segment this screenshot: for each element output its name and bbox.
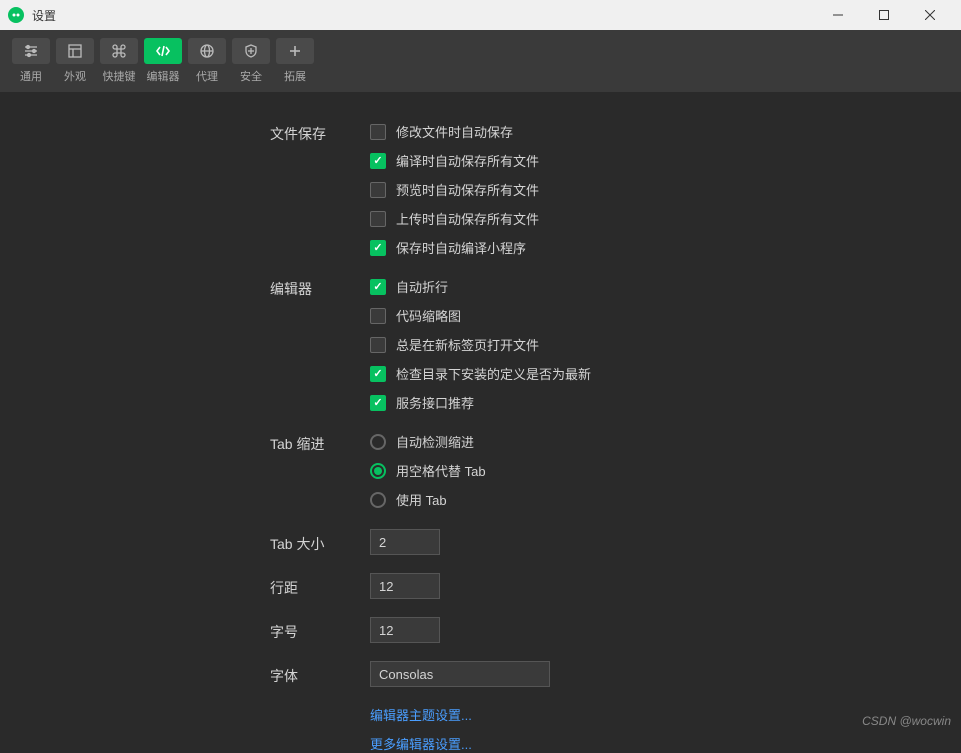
plus-icon	[276, 38, 314, 64]
tab-label: 通用	[20, 68, 42, 84]
checkbox-minimap[interactable]: 代码缩略图	[370, 306, 961, 325]
close-button[interactable]	[907, 0, 953, 30]
section-label: Tab 缩进	[270, 432, 370, 454]
tab-size-input[interactable]	[370, 529, 440, 555]
section-tab-indent: Tab 缩进 自动检测缩进 用空格代替 Tab 使用 Tab	[270, 432, 961, 509]
tab-label: 代理	[196, 68, 218, 84]
tab-extensions[interactable]: 拓展	[276, 38, 314, 84]
checkbox-label: 检查目录下安装的定义是否为最新	[396, 364, 591, 383]
checkbox-label: 修改文件时自动保存	[396, 122, 513, 141]
checkbox-word-wrap[interactable]: 自动折行	[370, 277, 961, 296]
section-font-size: 字号	[270, 617, 961, 643]
checkbox-autosave-on-compile[interactable]: 编译时自动保存所有文件	[370, 151, 961, 170]
tab-appearance[interactable]: 外观	[56, 38, 94, 84]
checkbox-label: 自动折行	[396, 277, 448, 296]
tab-shortcuts[interactable]: 快捷键	[100, 38, 138, 84]
section-tab-size: Tab 大小	[270, 529, 961, 555]
checkbox-check-definitions[interactable]: 检查目录下安装的定义是否为最新	[370, 364, 961, 383]
font-size-input[interactable]	[370, 617, 440, 643]
section-file-save: 文件保存 修改文件时自动保存 编译时自动保存所有文件 预览时自动保存所有文件 上…	[270, 122, 961, 257]
window-controls	[815, 0, 953, 30]
checkbox-autocompile-on-save[interactable]: 保存时自动编译小程序	[370, 238, 961, 257]
radio-label: 使用 Tab	[396, 490, 447, 509]
checkbox-open-new-tab[interactable]: 总是在新标签页打开文件	[370, 335, 961, 354]
radio-label: 自动检测缩进	[396, 432, 474, 451]
radio-spaces[interactable]: 用空格代替 Tab	[370, 461, 961, 480]
checkbox-autosave-on-upload[interactable]: 上传时自动保存所有文件	[370, 209, 961, 228]
layout-icon	[56, 38, 94, 64]
link-more-settings[interactable]: 更多编辑器设置...	[370, 734, 961, 753]
tab-general[interactable]: 通用	[12, 38, 50, 84]
font-family-input[interactable]	[370, 661, 550, 687]
radio-tab[interactable]: 使用 Tab	[370, 490, 961, 509]
section-controls: 自动检测缩进 用空格代替 Tab 使用 Tab	[370, 432, 961, 509]
section-editor: 编辑器 自动折行 代码缩略图 总是在新标签页打开文件 检查目录下安装的定义是否为…	[270, 277, 961, 412]
app-icon	[8, 7, 24, 23]
checkbox-service-recommend[interactable]: 服务接口推荐	[370, 393, 961, 412]
checkbox-icon	[370, 240, 386, 256]
tab-label: 编辑器	[147, 68, 180, 84]
checkbox-icon	[370, 153, 386, 169]
tab-label: 快捷键	[103, 68, 136, 84]
tab-label: 安全	[240, 68, 262, 84]
maximize-button[interactable]	[861, 0, 907, 30]
checkbox-label: 总是在新标签页打开文件	[396, 335, 539, 354]
settings-content: 文件保存 修改文件时自动保存 编译时自动保存所有文件 预览时自动保存所有文件 上…	[0, 92, 961, 753]
checkbox-label: 保存时自动编译小程序	[396, 238, 526, 257]
section-label: 字号	[270, 618, 370, 642]
minimize-button[interactable]	[815, 0, 861, 30]
globe-icon	[188, 38, 226, 64]
radio-icon	[370, 434, 386, 450]
checkbox-icon	[370, 366, 386, 382]
checkbox-icon	[370, 211, 386, 227]
checkbox-label: 服务接口推荐	[396, 393, 474, 412]
radio-icon	[370, 492, 386, 508]
checkbox-icon	[370, 337, 386, 353]
section-label: 字体	[270, 662, 370, 686]
tab-proxy[interactable]: 代理	[188, 38, 226, 84]
command-icon	[100, 38, 138, 64]
code-icon	[144, 38, 182, 64]
titlebar: 设置	[0, 0, 961, 30]
tab-editor[interactable]: 编辑器	[144, 38, 182, 84]
tab-label: 外观	[64, 68, 86, 84]
section-label: 行距	[270, 574, 370, 598]
section-line-height: 行距	[270, 573, 961, 599]
checkbox-icon	[370, 182, 386, 198]
checkbox-label: 预览时自动保存所有文件	[396, 180, 539, 199]
links: 编辑器主题设置... 更多编辑器设置...	[270, 705, 961, 753]
checkbox-label: 代码缩略图	[396, 306, 461, 325]
radio-auto-detect[interactable]: 自动检测缩进	[370, 432, 961, 451]
checkbox-icon	[370, 124, 386, 140]
radio-label: 用空格代替 Tab	[396, 461, 486, 480]
radio-icon	[370, 463, 386, 479]
checkbox-autosave-on-edit[interactable]: 修改文件时自动保存	[370, 122, 961, 141]
toolbar: 通用 外观 快捷键 编辑器 代理 安全 拓展	[0, 30, 961, 92]
tab-label: 拓展	[284, 68, 306, 84]
section-controls: 修改文件时自动保存 编译时自动保存所有文件 预览时自动保存所有文件 上传时自动保…	[370, 122, 961, 257]
tab-security[interactable]: 安全	[232, 38, 270, 84]
checkbox-autosave-on-preview[interactable]: 预览时自动保存所有文件	[370, 180, 961, 199]
checkbox-icon	[370, 308, 386, 324]
shield-icon	[232, 38, 270, 64]
watermark: CSDN @wocwin	[862, 714, 951, 728]
window-title: 设置	[32, 7, 815, 24]
checkbox-icon	[370, 395, 386, 411]
checkbox-icon	[370, 279, 386, 295]
checkbox-label: 上传时自动保存所有文件	[396, 209, 539, 228]
checkbox-label: 编译时自动保存所有文件	[396, 151, 539, 170]
section-label: Tab 大小	[270, 530, 370, 554]
settings-icon	[12, 38, 50, 64]
section-font-family: 字体	[270, 661, 961, 687]
line-height-input[interactable]	[370, 573, 440, 599]
section-controls: 自动折行 代码缩略图 总是在新标签页打开文件 检查目录下安装的定义是否为最新 服…	[370, 277, 961, 412]
section-label: 文件保存	[270, 122, 370, 144]
section-label: 编辑器	[270, 277, 370, 299]
